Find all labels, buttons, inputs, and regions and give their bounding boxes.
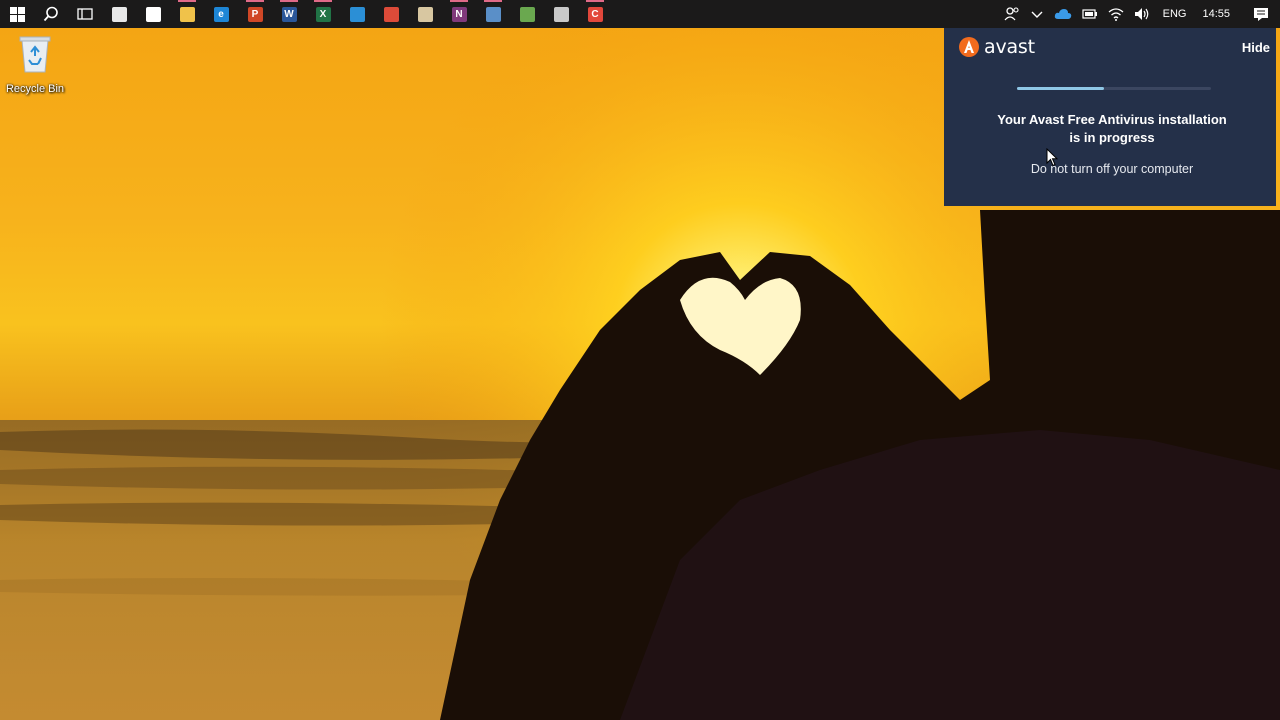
taskbar-app-edge[interactable]: e [204, 0, 238, 28]
search-icon [43, 6, 58, 22]
word-icon-letter: W [284, 8, 294, 20]
action-center-button[interactable] [1242, 0, 1280, 28]
mouse-cursor-icon [1046, 148, 1058, 167]
chrome-icon [383, 6, 399, 22]
taskbar-app-file-explorer[interactable] [170, 0, 204, 28]
excel-icon: X [315, 6, 331, 22]
taskbar-app-word[interactable]: W [272, 0, 306, 28]
show-hidden-icons-button[interactable] [1025, 0, 1049, 28]
clock-time: 14:55 [1202, 8, 1230, 20]
avast-logo-icon [959, 37, 979, 57]
tools-icon [417, 6, 433, 22]
camtasia-icon [519, 6, 535, 22]
taskbar-app-excel[interactable]: X [306, 0, 340, 28]
task-view-icon [77, 8, 93, 20]
mail-icon [145, 6, 161, 22]
recycle-bin-icon [19, 36, 51, 73]
battery-button[interactable] [1077, 0, 1103, 28]
vscode-icon [349, 6, 365, 22]
install-status-title-line1: Your Avast Free Antivirus installation [997, 112, 1227, 127]
avast-brand-text: avast [984, 36, 1035, 58]
recycle-bin-label: Recycle Bin [5, 83, 65, 95]
clock-button[interactable]: 14:55 [1194, 0, 1242, 28]
onedrive-button[interactable] [1049, 0, 1077, 28]
battery-icon [1082, 9, 1097, 19]
install-warning-text: Do not turn off your computer [1030, 162, 1194, 176]
install-progress-bar [1017, 87, 1211, 90]
recorder-icon: C [587, 6, 603, 22]
avast-logo: avast [958, 36, 1035, 58]
wifi-icon [1108, 8, 1124, 21]
gallery-icon [553, 6, 569, 22]
desktop: ePWXNC ENG 14:55 Recycle Bin avast Hide … [0, 0, 1280, 720]
taskbar-app-camtasia[interactable] [510, 0, 544, 28]
taskbar-app-powerpoint[interactable]: P [238, 0, 272, 28]
taskbar-app-chrome[interactable] [374, 0, 408, 28]
taskbar-app-paint[interactable] [476, 0, 510, 28]
edge-icon-letter: e [218, 8, 224, 20]
recycle-bin-desktop-icon[interactable]: Recycle Bin [4, 34, 66, 95]
word-icon: W [281, 6, 297, 22]
onenote-icon-letter: N [455, 8, 463, 20]
recorder-icon-letter: C [591, 8, 599, 20]
taskbar: ePWXNC ENG 14:55 [0, 0, 1280, 28]
windows-logo-icon [9, 6, 25, 22]
people-icon [1004, 7, 1019, 21]
powerpoint-icon-letter: P [251, 8, 259, 20]
chevron-up-icon [1031, 11, 1043, 18]
people-button[interactable] [999, 0, 1025, 28]
speaker-icon [1134, 8, 1148, 20]
install-status-title: Your Avast Free Antivirus installation i… [974, 111, 1250, 147]
system-tray: ENG 14:55 [999, 0, 1280, 28]
taskbar-app-vscode[interactable] [340, 0, 374, 28]
store-icon [111, 6, 127, 22]
taskbar-app-gallery[interactable] [544, 0, 578, 28]
input-language-label: ENG [1162, 8, 1187, 20]
onedrive-cloud-icon [1054, 9, 1071, 19]
taskbar-app-onenote[interactable]: N [442, 0, 476, 28]
install-progress-fill [1017, 87, 1104, 90]
taskbar-app-recorder[interactable]: C [578, 0, 612, 28]
taskbar-apps: ePWXNC [102, 0, 612, 28]
task-view-button[interactable] [68, 0, 102, 28]
hide-button[interactable]: Hide [1242, 40, 1270, 55]
start-button[interactable] [0, 0, 34, 28]
file-explorer-icon [179, 6, 195, 22]
install-status-title-line2: is in progress [1069, 130, 1155, 145]
wifi-button[interactable] [1103, 0, 1129, 28]
taskbar-app-mail[interactable] [136, 0, 170, 28]
powerpoint-icon: P [247, 6, 263, 22]
action-center-icon [1254, 7, 1268, 21]
excel-icon-letter: X [319, 8, 327, 20]
input-language-button[interactable]: ENG [1155, 0, 1195, 28]
avast-install-panel: avast Hide Your Avast Free Antivirus ins… [944, 28, 1276, 206]
edge-icon: e [213, 6, 229, 22]
taskbar-app-tools[interactable] [408, 0, 442, 28]
paint-icon [485, 6, 501, 22]
onenote-icon: N [451, 6, 467, 22]
taskbar-app-store[interactable] [102, 0, 136, 28]
volume-button[interactable] [1129, 0, 1155, 28]
search-button[interactable] [34, 0, 68, 28]
